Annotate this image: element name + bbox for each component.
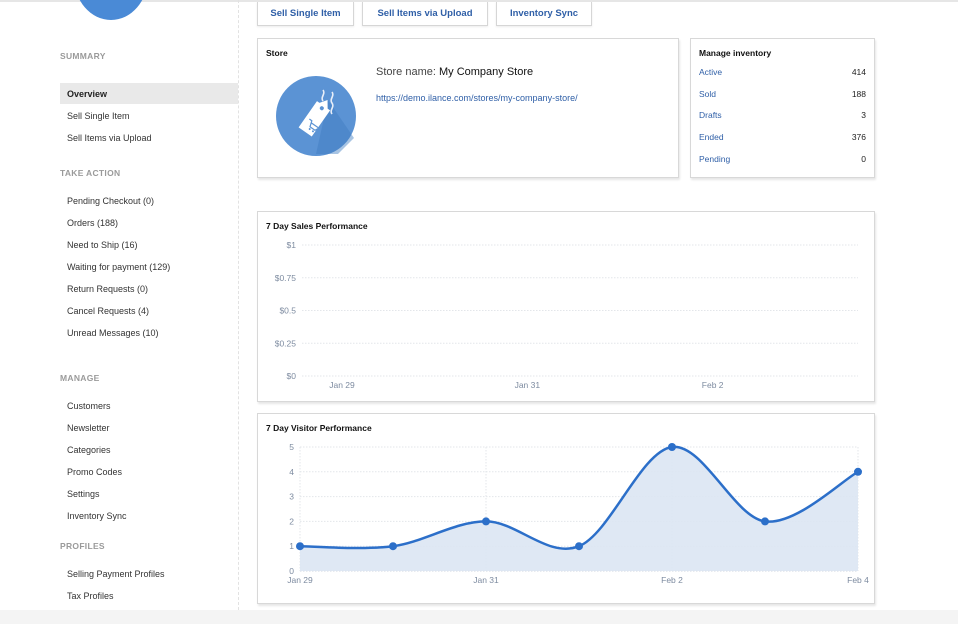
visitor-chart-panel: 7 Day Visitor Performance 0 1 2 3 4 5 Jan 29 Ja…: [257, 413, 875, 604]
sidebar-item-selling-payment-profiles[interactable]: Selling Payment Profiles: [67, 569, 165, 579]
store-url-link[interactable]: https://demo.ilance.com/stores/my-compan…: [376, 93, 578, 103]
x-tick-label: Feb 4: [847, 575, 869, 585]
sidebar-item-inventory-sync[interactable]: Inventory Sync: [67, 511, 127, 521]
store-panel: Store Store name: My Company Store https…: [257, 38, 679, 178]
data-point[interactable]: [668, 443, 676, 451]
store-name-value: My Company Store: [438, 66, 534, 78]
sidebar-heading-manage: MANAGE: [60, 373, 100, 383]
x-tick-label: Jan 29: [329, 380, 355, 390]
sidebar-item-promo-codes[interactable]: Promo Codes: [67, 467, 122, 477]
price-tag-icon: [298, 89, 354, 154]
data-point[interactable]: [389, 542, 397, 551]
sidebar-item-sell-items-via-upload[interactable]: Sell Items via Upload: [67, 133, 152, 143]
x-tick-label: Jan 29: [287, 575, 313, 585]
sidebar-item-waiting-for-payment[interactable]: Waiting for payment (129): [67, 262, 170, 272]
y-tick-label: 4: [289, 467, 294, 477]
sidebar-item-cancel-requests[interactable]: Cancel Requests (4): [67, 306, 149, 316]
sidebar-item-orders[interactable]: Orders (188): [67, 218, 118, 228]
sidebar-item-return-requests[interactable]: Return Requests (0): [67, 284, 148, 294]
x-tick-label: Feb 2: [702, 380, 724, 390]
sell-items-via-upload-button[interactable]: Sell Items via Upload: [362, 2, 488, 26]
manage-inventory-panel: Manage inventory Active 414 Sold 188 Dra…: [690, 38, 875, 178]
inventory-label-ended[interactable]: Ended: [699, 132, 724, 142]
inventory-label-sold[interactable]: Sold: [699, 89, 716, 99]
visitor-chart: 012345Jan 29 Jan 31 Feb 2 Feb 4: [287, 442, 869, 585]
manage-inventory-title: Manage inventory: [699, 48, 772, 58]
x-tick-label: Jan 31: [515, 380, 541, 390]
sidebar-item-customers[interactable]: Customers: [67, 401, 111, 411]
sidebar-heading-profiles: PROFILES: [60, 541, 105, 551]
sidebar-item-sell-single-item[interactable]: Sell Single Item: [67, 111, 130, 121]
inventory-row-pending: Pending 0: [699, 154, 866, 170]
visitor-chart-title: 7 Day Visitor Performance: [266, 423, 372, 433]
inventory-value-ended: 376: [851, 132, 866, 142]
store-logo-icon: [74, 0, 148, 20]
sidebar-item-newsletter[interactable]: Newsletter: [67, 423, 110, 433]
inventory-label-active[interactable]: Active: [699, 67, 722, 77]
sidebar-item-need-to-ship[interactable]: Need to Ship (16): [67, 240, 138, 250]
sales-chart-panel: 7 Day Sales Performance $0 $0.25 $0.5 $0.75…: [257, 211, 909, 402]
data-point[interactable]: [575, 542, 583, 551]
sales-chart-title: 7 Day Sales Performance: [266, 221, 368, 231]
store-tag-logo-icon: [276, 76, 356, 156]
sidebar-heading-take-action: TAKE ACTION: [60, 168, 121, 178]
sidebar-heading-summary: SUMMARY: [60, 51, 106, 61]
y-tick-label: 1: [289, 541, 294, 551]
inventory-sync-button[interactable]: Inventory Sync: [496, 2, 592, 26]
x-tick-label: Jan 31: [473, 575, 499, 585]
data-point[interactable]: [854, 467, 862, 476]
y-tick-label: $0: [287, 371, 297, 381]
inventory-row-drafts: Drafts 3: [699, 110, 866, 126]
sidebar-item-settings[interactable]: Settings: [67, 489, 100, 499]
series-area: [300, 446, 858, 571]
sell-single-item-button[interactable]: Sell Single Item: [257, 2, 354, 26]
sidebar-item-pending-checkout[interactable]: Pending Checkout (0): [67, 196, 154, 206]
sidebar: SUMMARY Overview Sell Single Item Sell I…: [0, 0, 239, 610]
store-name: Store name: My Company Store: [376, 66, 533, 78]
store-name-label: Store name:: [376, 66, 436, 78]
y-tick-label: 3: [289, 492, 294, 502]
inventory-label-drafts[interactable]: Drafts: [699, 110, 722, 120]
inventory-row-ended: Ended 376: [699, 132, 866, 148]
sidebar-item-tax-profiles[interactable]: Tax Profiles: [67, 591, 114, 601]
data-point[interactable]: [761, 517, 769, 526]
data-point[interactable]: [482, 517, 490, 526]
inventory-row-sold: Sold 188: [699, 89, 866, 105]
inventory-value-drafts: 3: [861, 110, 866, 120]
sidebar-item-overview[interactable]: Overview: [67, 89, 107, 99]
inventory-row-active: Active 414: [699, 67, 866, 83]
inventory-value-pending: 0: [861, 154, 866, 164]
x-tick-label: Feb 2: [661, 575, 683, 585]
y-tick-label: $0.25: [275, 338, 297, 348]
y-tick-label: $1: [287, 240, 297, 250]
sidebar-item-unread-messages[interactable]: Unread Messages (10): [67, 328, 159, 338]
y-tick-label: $0.5: [279, 306, 296, 316]
bottom-bar: [0, 610, 958, 624]
sales-chart: $0$0.25$0.5$0.75$1Jan 29Jan 31Feb 2Feb 4: [275, 240, 909, 390]
y-tick-label: 5: [289, 442, 294, 452]
y-tick-label: 2: [289, 516, 294, 526]
data-point[interactable]: [296, 542, 304, 551]
sidebar-item-categories[interactable]: Categories: [67, 445, 111, 455]
store-panel-title: Store: [266, 48, 288, 58]
y-tick-label: $0.75: [275, 273, 297, 283]
inventory-label-pending[interactable]: Pending: [699, 154, 730, 164]
inventory-value-sold: 188: [851, 89, 866, 99]
inventory-value-active: 414: [851, 67, 866, 77]
